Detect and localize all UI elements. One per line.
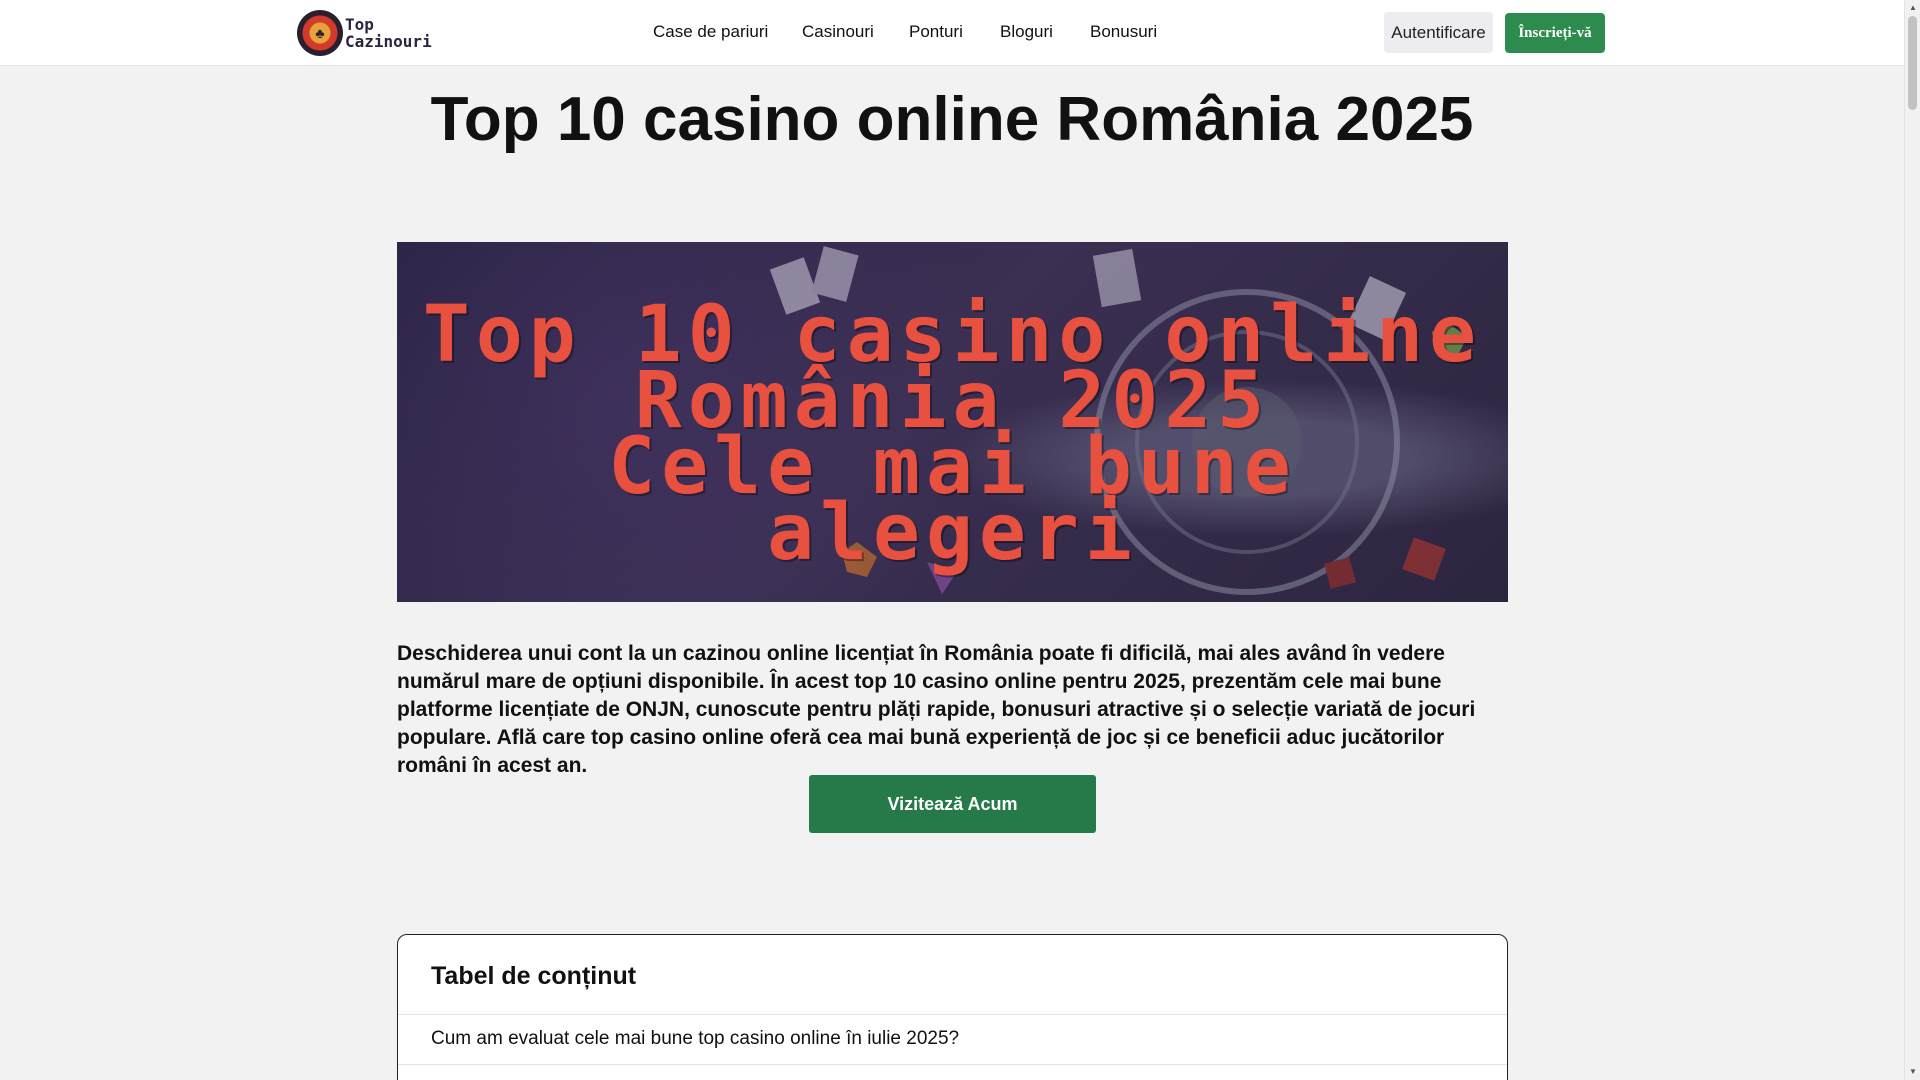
toc-item[interactable]: Cum am evaluat cele mai bune top casino … <box>431 1028 959 1050</box>
nav-item-case-de-pariuri[interactable]: Case de pariuri <box>653 22 768 42</box>
page-scrollbar[interactable]: ▲ ▼ <box>1904 0 1920 1080</box>
hero-line-3: Cele mai bune alegeri <box>608 422 1297 578</box>
nav-item-casinouri[interactable]: Casinouri <box>802 22 874 42</box>
site-header: ♣ Top Cazinouri Case de pariuri Casinour… <box>0 0 1904 66</box>
toc-title: Tabel de conținut <box>431 962 637 990</box>
scroll-down-arrow-icon[interactable]: ▼ <box>1908 1067 1918 1077</box>
hero-headline: Top 10 casino online România 2025 Cele m… <box>397 296 1508 578</box>
main-nav: Case de pariuri Casinouri Ponturi Blogur… <box>0 22 1904 44</box>
scroll-thumb[interactable] <box>1908 16 1917 110</box>
signup-button[interactable]: Înscrieți-vă <box>1505 13 1605 53</box>
toc-divider <box>398 1014 1507 1015</box>
login-button[interactable]: Autentificare <box>1384 12 1493 53</box>
scroll-up-arrow-icon[interactable]: ▲ <box>1908 3 1918 13</box>
nav-item-bloguri[interactable]: Bloguri <box>1000 22 1053 42</box>
visit-now-button[interactable]: Vizitează Acum <box>809 775 1096 833</box>
intro-paragraph: Deschiderea unui cont la un cazinou onli… <box>397 642 1476 777</box>
nav-item-bonusuri[interactable]: Bonusuri <box>1090 22 1157 42</box>
page-title: Top 10 casino online România 2025 <box>430 85 1474 154</box>
table-of-contents: Tabel de conținut Cum am evaluat cele ma… <box>397 934 1508 1080</box>
hero-banner: Top 10 casino online România 2025 Cele m… <box>397 242 1508 602</box>
toc-divider <box>398 1064 1507 1065</box>
nav-item-ponturi[interactable]: Ponturi <box>909 22 963 42</box>
